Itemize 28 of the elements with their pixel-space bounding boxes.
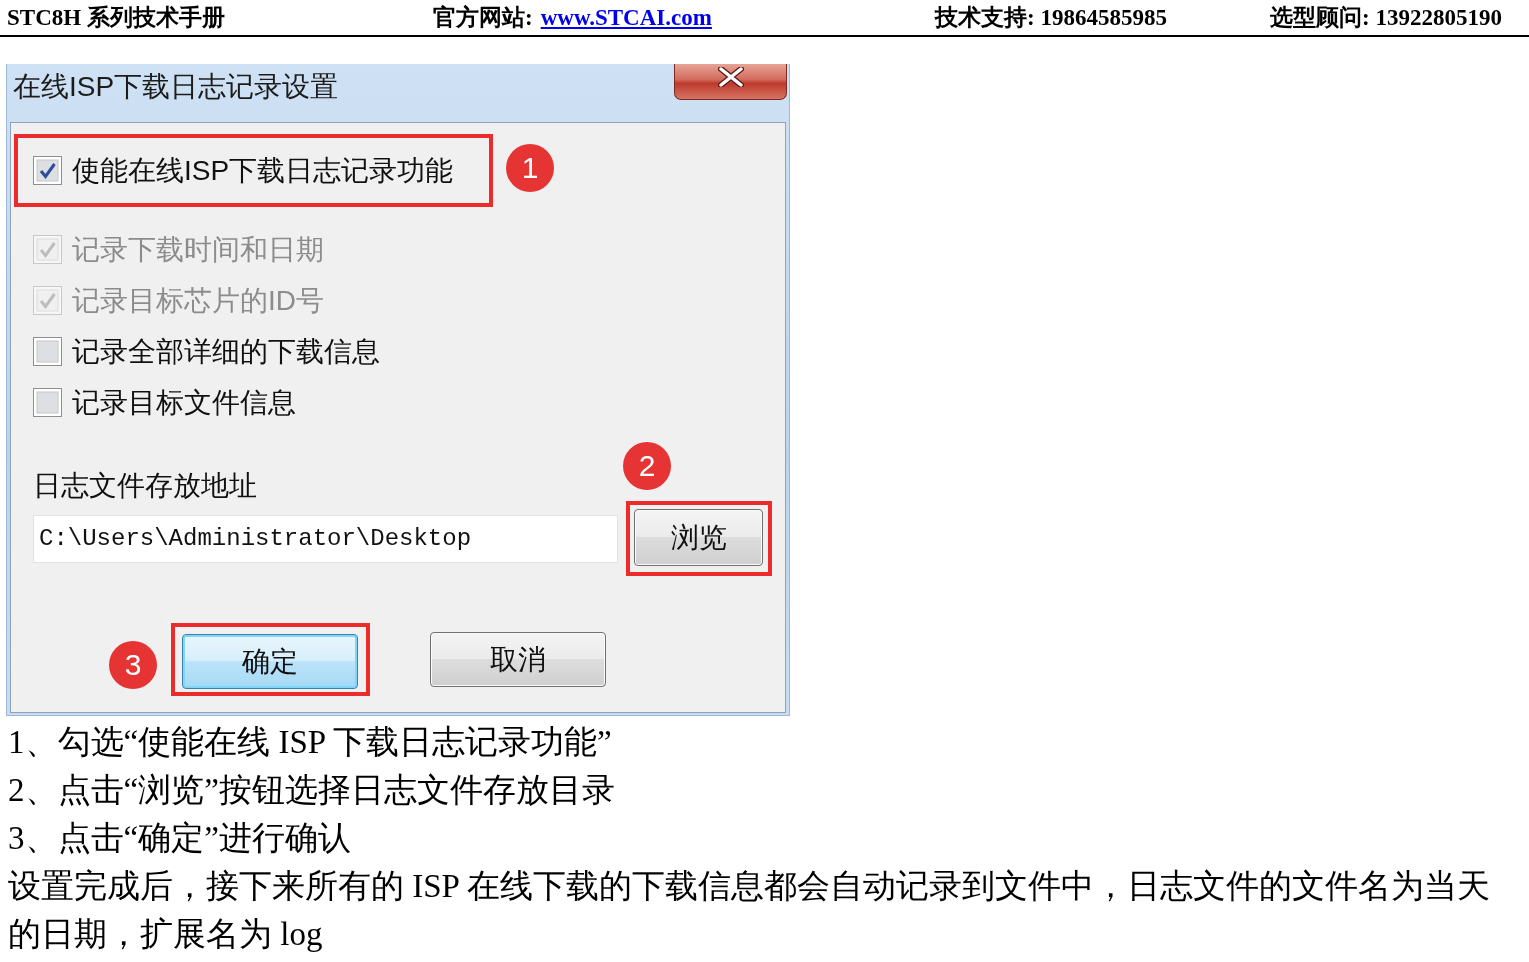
callout-number: 2 xyxy=(623,442,671,490)
checkbox[interactable] xyxy=(33,156,62,185)
website-label: 官方网站: xyxy=(433,4,533,32)
option-label: 记录下载时间和日期 xyxy=(72,232,324,267)
path-field[interactable]: C:\Users\Administrator\Desktop xyxy=(33,514,618,563)
option-label: 记录全部详细的下载信息 xyxy=(72,334,380,369)
close-icon xyxy=(717,67,744,87)
callout-number: 3 xyxy=(109,641,157,689)
option-label: 记录目标芯片的ID号 xyxy=(72,283,324,318)
path-label: 日志文件存放地址 xyxy=(33,471,257,501)
dialog-title: 在线ISP下载日志记录设置 xyxy=(12,70,339,104)
option-label: 使能在线ISP下载日志记录功能 xyxy=(72,153,454,188)
callout-number: 1 xyxy=(506,143,554,192)
cancel-button[interactable]: 取消 xyxy=(430,632,606,687)
consultant-phone: 选型顾问: 13922805190 xyxy=(1270,4,1503,32)
support-phone: 技术支持: 19864585985 xyxy=(935,4,1168,32)
checkbox[interactable] xyxy=(33,388,62,417)
confirm-button[interactable]: 确定 xyxy=(182,634,358,689)
instruction-step: 3、点击“确定”进行确认 xyxy=(8,814,1529,862)
browse-button[interactable]: 浏览 xyxy=(634,509,763,566)
instruction-step: 2、点击“浏览”按钮选择日志文件存放目录 xyxy=(8,766,1529,814)
option-label: 记录目标文件信息 xyxy=(72,385,296,420)
note-paragraph: 设置完成后，接下来所有的 ISP 在线下载的下载信息都会自动记录到文件中，日志文件的文件名为当天的日期，扩展名为 log xyxy=(8,867,1491,954)
website-link[interactable]: www.STCAI.com xyxy=(540,5,712,31)
close-button[interactable] xyxy=(674,64,787,100)
checkbox[interactable] xyxy=(33,337,62,366)
document-title: STC8H 系列技术手册 xyxy=(7,4,226,32)
instruction-step: 1、勾选“使能在线 ISP 下载日志记录功能” xyxy=(8,718,1529,766)
